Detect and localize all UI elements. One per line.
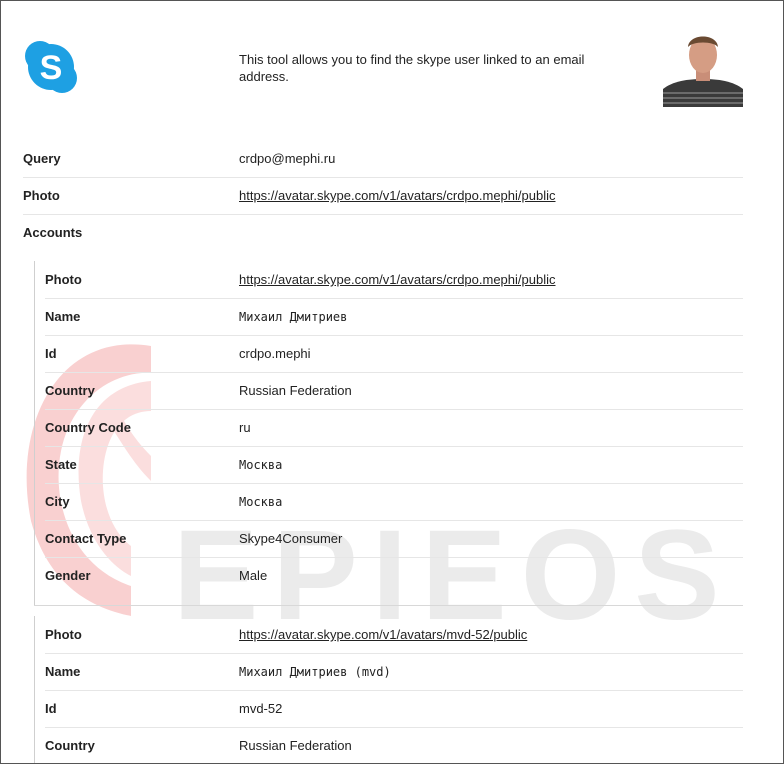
profile-photo <box>663 27 743 107</box>
account-photo-label: Photo <box>45 272 82 287</box>
tool-description: This tool allows you to find the skype u… <box>239 52 585 84</box>
account-country-row: Country Russian Federation <box>45 372 743 410</box>
results-page: EPIEOS S This tool allows you to find th… <box>0 0 784 764</box>
account-country-value: Russian Federation <box>239 738 352 753</box>
account-divider <box>34 605 743 606</box>
account-gender-label: Gender <box>45 568 91 583</box>
account-name-row: Name Михаил Дмитриев <box>45 298 743 336</box>
accounts-row: Accounts <box>23 214 743 251</box>
account-contact-type-label: Contact Type <box>45 531 127 546</box>
account-contact-type-row: Contact Type Skype4Consumer <box>45 520 743 558</box>
account-id-value: crdpo.mephi <box>239 346 311 361</box>
photo-label: Photo <box>23 188 60 203</box>
account-state-row: State Москва <box>45 446 743 484</box>
account-country-code-row: Country Code ru <box>45 409 743 447</box>
account-country-label: Country <box>45 738 95 753</box>
accounts-label: Accounts <box>23 225 83 240</box>
svg-text:S: S <box>40 49 63 87</box>
account-gender-value: Male <box>239 568 268 583</box>
account-name-label: Name <box>45 664 81 679</box>
account-country-label: Country <box>45 383 95 398</box>
account-country-row: Country Russian Federation <box>45 727 743 763</box>
query-label: Query <box>23 151 61 166</box>
account-photo-label: Photo <box>45 627 82 642</box>
account-city-label: City <box>45 494 70 509</box>
photo-row: Photo https://avatar.skype.com/v1/avatar… <box>23 177 743 215</box>
account-id-row: Id mvd-52 <box>45 690 743 728</box>
header: S This tool allows you to find the skype… <box>1 1 783 121</box>
account-id-label: Id <box>45 701 57 716</box>
account-state-label: State <box>45 457 77 472</box>
account-country-code-value: ru <box>239 420 251 435</box>
account-contact-type-value: Skype4Consumer <box>239 531 343 546</box>
account-id-label: Id <box>45 346 57 361</box>
account-country-value: Russian Federation <box>239 383 352 398</box>
account-name-value: Михаил Дмитриев (mvd) <box>239 664 391 679</box>
account-name-label: Name <box>45 309 81 324</box>
account-city-row: City Москва <box>45 483 743 521</box>
query-value: crdpo@mephi.ru <box>239 151 336 166</box>
skype-logo-icon: S <box>25 41 77 93</box>
account-photo-link[interactable]: https://avatar.skype.com/v1/avatars/mvd-… <box>239 627 527 642</box>
account-id-value: mvd-52 <box>239 701 283 716</box>
account-id-row: Id crdpo.mephi <box>45 335 743 373</box>
account-photo-row: Photo https://avatar.skype.com/v1/avatar… <box>45 261 743 299</box>
photo-link[interactable]: https://avatar.skype.com/v1/avatars/crdp… <box>239 188 556 203</box>
account-country-code-label: Country Code <box>45 420 131 435</box>
account-name-value: Михаил Дмитриев <box>239 309 348 324</box>
account-city-value: Москва <box>239 494 283 509</box>
account-gender-row: Gender Male <box>45 557 743 594</box>
account-photo-link[interactable]: https://avatar.skype.com/v1/avatars/crdp… <box>239 272 556 287</box>
account-photo-row: Photo https://avatar.skype.com/v1/avatar… <box>45 616 743 654</box>
account-state-value: Москва <box>239 457 283 472</box>
query-row: Query crdpo@mephi.ru <box>23 140 743 178</box>
account-name-row: Name Михаил Дмитриев (mvd) <box>45 653 743 691</box>
